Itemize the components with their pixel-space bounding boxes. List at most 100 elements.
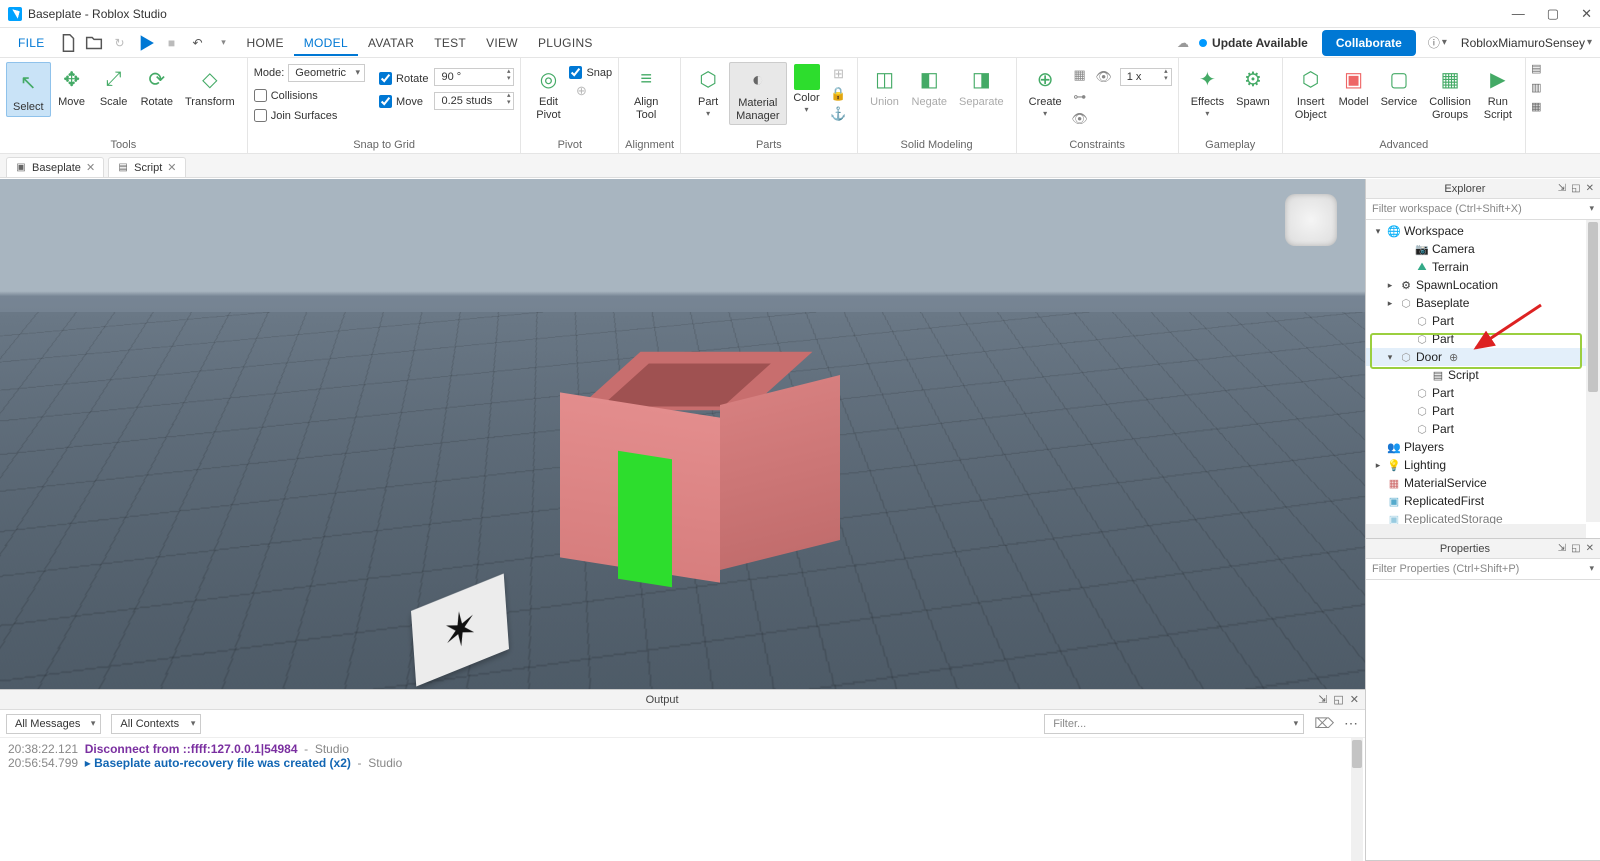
output-more-icon[interactable]: ⋯ bbox=[1344, 715, 1359, 732]
output-messages-filter[interactable]: All Messages bbox=[6, 714, 101, 734]
doc-tab-script[interactable]: ▤ Script ✕ bbox=[108, 157, 185, 177]
help-chevron-icon[interactable]: ▾ bbox=[1442, 37, 1447, 48]
anchor-icon[interactable]: ⚓ bbox=[830, 105, 848, 123]
output-text-filter[interactable]: Filter... bbox=[1044, 714, 1304, 734]
spawn-button[interactable]: ⚙Spawn bbox=[1230, 62, 1276, 111]
tree-node-materialservice[interactable]: ▦MaterialService bbox=[1366, 474, 1600, 492]
properties-close-icon[interactable]: ✕ bbox=[1586, 543, 1594, 554]
output-popout-icon[interactable]: ◱ bbox=[1333, 693, 1343, 706]
add-child-icon[interactable]: ⊕ bbox=[1449, 351, 1458, 364]
tree-node-lighting[interactable]: ▸💡Lighting bbox=[1366, 456, 1600, 474]
close-button[interactable]: ✕ bbox=[1581, 6, 1592, 22]
update-available-button[interactable]: Update Available bbox=[1212, 36, 1308, 50]
clear-output-icon[interactable]: ⌦ bbox=[1314, 715, 1334, 732]
properties-filter-input[interactable]: Filter Properties (Ctrl+Shift+P) bbox=[1366, 559, 1600, 580]
maximize-button[interactable]: ▢ bbox=[1547, 6, 1559, 22]
insert-object-button[interactable]: ⬡Insert Object bbox=[1289, 62, 1333, 123]
menu-file[interactable]: FILE bbox=[8, 30, 55, 56]
cloud-icon[interactable]: ☁ bbox=[1177, 36, 1189, 50]
tree-node-terrain[interactable]: ⛰Terrain bbox=[1366, 258, 1600, 276]
transform-tool-button[interactable]: ◇Transform bbox=[179, 62, 241, 111]
constraint-weld-icon[interactable]: ⊶ bbox=[1071, 88, 1089, 106]
tab-avatar[interactable]: AVATAR bbox=[358, 30, 424, 56]
ribbon-strip-icon-2[interactable]: ▥ bbox=[1531, 81, 1541, 94]
collapse-ribbon-icon[interactable]: ▤ bbox=[1531, 62, 1541, 75]
snap-rotate-value[interactable]: 90 ° bbox=[434, 68, 514, 86]
mode-select[interactable]: Geometric bbox=[288, 64, 365, 82]
select-tool-button[interactable]: ↖Select bbox=[6, 62, 51, 117]
undo-icon[interactable]: ↶ bbox=[187, 32, 209, 54]
ribbon-strip-icon-3[interactable]: ▦ bbox=[1531, 100, 1541, 113]
explorer-scrollbar-v[interactable] bbox=[1586, 220, 1600, 522]
output-close-icon[interactable]: ✕ bbox=[1350, 693, 1359, 706]
collaborate-button[interactable]: Collaborate bbox=[1322, 30, 1416, 56]
tab-home[interactable]: HOME bbox=[237, 30, 294, 56]
output-contexts-filter[interactable]: All Contexts bbox=[111, 714, 201, 734]
tab-test[interactable]: TEST bbox=[424, 30, 476, 56]
tree-node-replicatedfirst[interactable]: ▣ReplicatedFirst bbox=[1366, 492, 1600, 510]
doc-tab-baseplate[interactable]: ▣ Baseplate ✕ bbox=[6, 157, 104, 177]
explorer-filter-input[interactable]: Filter workspace (Ctrl+Shift+X) bbox=[1366, 199, 1600, 220]
explorer-tree[interactable]: ▾🌐Workspace 📷Camera ⛰Terrain ▸⚙SpawnLoca… bbox=[1366, 220, 1600, 538]
color-swatch[interactable] bbox=[794, 64, 820, 90]
tree-node-spawnlocation[interactable]: ▸⚙SpawnLocation bbox=[1366, 276, 1600, 294]
scene-door-part[interactable] bbox=[618, 451, 672, 588]
tab-model[interactable]: MODEL bbox=[294, 30, 358, 56]
scale-tool-button[interactable]: ⤢Scale bbox=[93, 62, 135, 111]
output-log[interactable]: 20:38:22.121 Disconnect from ::ffff:127.… bbox=[0, 738, 1365, 861]
join-surfaces-checkbox[interactable]: Join Surfaces bbox=[254, 109, 365, 122]
explorer-close-icon[interactable]: ✕ bbox=[1586, 183, 1594, 194]
tree-node-part[interactable]: ⬡Part bbox=[1366, 384, 1600, 402]
collisions-checkbox[interactable]: Collisions bbox=[254, 89, 365, 102]
constraint-scale-value[interactable]: 1 x bbox=[1120, 68, 1172, 86]
run-script-button[interactable]: ▶Run Script bbox=[1477, 62, 1519, 123]
move-tool-button[interactable]: ✥Move bbox=[51, 62, 93, 111]
properties-popout-icon[interactable]: ◱ bbox=[1571, 543, 1580, 554]
tree-node-door[interactable]: ▾⬡Door⊕ bbox=[1366, 348, 1600, 366]
tree-node-part[interactable]: ⬡Part bbox=[1366, 420, 1600, 438]
tree-node-baseplate[interactable]: ▸⬡Baseplate bbox=[1366, 294, 1600, 312]
minimize-button[interactable]: — bbox=[1512, 6, 1525, 22]
new-file-icon[interactable] bbox=[57, 32, 79, 54]
tree-node-part[interactable]: ⬡Part bbox=[1366, 330, 1600, 348]
lock-icon[interactable]: 🔒 bbox=[830, 85, 848, 103]
redo-icon[interactable]: ↻ bbox=[109, 32, 131, 54]
tree-node-players[interactable]: 👥Players bbox=[1366, 438, 1600, 456]
separate-button[interactable]: ◨Separate bbox=[953, 62, 1010, 111]
output-scrollbar[interactable] bbox=[1351, 738, 1363, 861]
tree-node-camera[interactable]: 📷Camera bbox=[1366, 240, 1600, 258]
output-maximize-icon[interactable]: ⇲ bbox=[1318, 693, 1327, 706]
align-tool-button[interactable]: ≡Align Tool bbox=[625, 62, 667, 123]
constraint-details-icon[interactable]: ▦ bbox=[1071, 66, 1089, 84]
collision-groups-button[interactable]: ▦Collision Groups bbox=[1423, 62, 1477, 123]
tree-node-script[interactable]: ▤Script bbox=[1366, 366, 1600, 384]
explorer-popout-icon[interactable]: ◱ bbox=[1571, 183, 1580, 194]
view-cube-gizmo[interactable] bbox=[1285, 194, 1337, 246]
model-button[interactable]: ▣Model bbox=[1333, 62, 1375, 111]
snap-move-value[interactable]: 0.25 studs bbox=[434, 92, 514, 110]
negate-button[interactable]: ◧Negate bbox=[906, 62, 953, 111]
tree-node-part[interactable]: ⬡Part bbox=[1366, 312, 1600, 330]
pivot-reset-icon[interactable]: ⊕ bbox=[572, 82, 590, 100]
user-chevron-icon[interactable]: ▾ bbox=[1587, 37, 1592, 48]
union-button[interactable]: ◫Union bbox=[864, 62, 906, 111]
constraint-show-icon[interactable]: 👁 bbox=[1071, 110, 1089, 128]
open-file-icon[interactable] bbox=[83, 32, 105, 54]
color-picker-button[interactable]: Color▾ bbox=[787, 62, 827, 116]
rotate-tool-button[interactable]: ⟳Rotate bbox=[135, 62, 179, 111]
viewport-3d[interactable]: ✶ bbox=[0, 179, 1365, 689]
snap-rotate-checkbox[interactable]: Rotate bbox=[379, 72, 428, 85]
username-label[interactable]: RobloxMiamuroSensey bbox=[1461, 36, 1585, 50]
tab-plugins[interactable]: PLUGINS bbox=[528, 30, 603, 56]
undo-menu-chevron-icon[interactable]: ▾ bbox=[213, 32, 235, 54]
play-icon[interactable] bbox=[135, 32, 157, 54]
group-icon[interactable]: ⊞ bbox=[830, 65, 848, 83]
tree-node-part[interactable]: ⬡Part bbox=[1366, 402, 1600, 420]
insert-part-button[interactable]: ⬡Part▾ bbox=[687, 62, 729, 120]
effects-button[interactable]: ✦Effects▾ bbox=[1185, 62, 1230, 120]
material-manager-button[interactable]: ◐Material Manager bbox=[729, 62, 786, 125]
help-icon[interactable]: ⓘ bbox=[1428, 34, 1440, 51]
create-constraint-button[interactable]: ⊕Create▾ bbox=[1023, 62, 1068, 120]
explorer-maximize-icon[interactable]: ⇲ bbox=[1558, 183, 1566, 194]
explorer-scrollbar-h[interactable] bbox=[1366, 524, 1586, 538]
